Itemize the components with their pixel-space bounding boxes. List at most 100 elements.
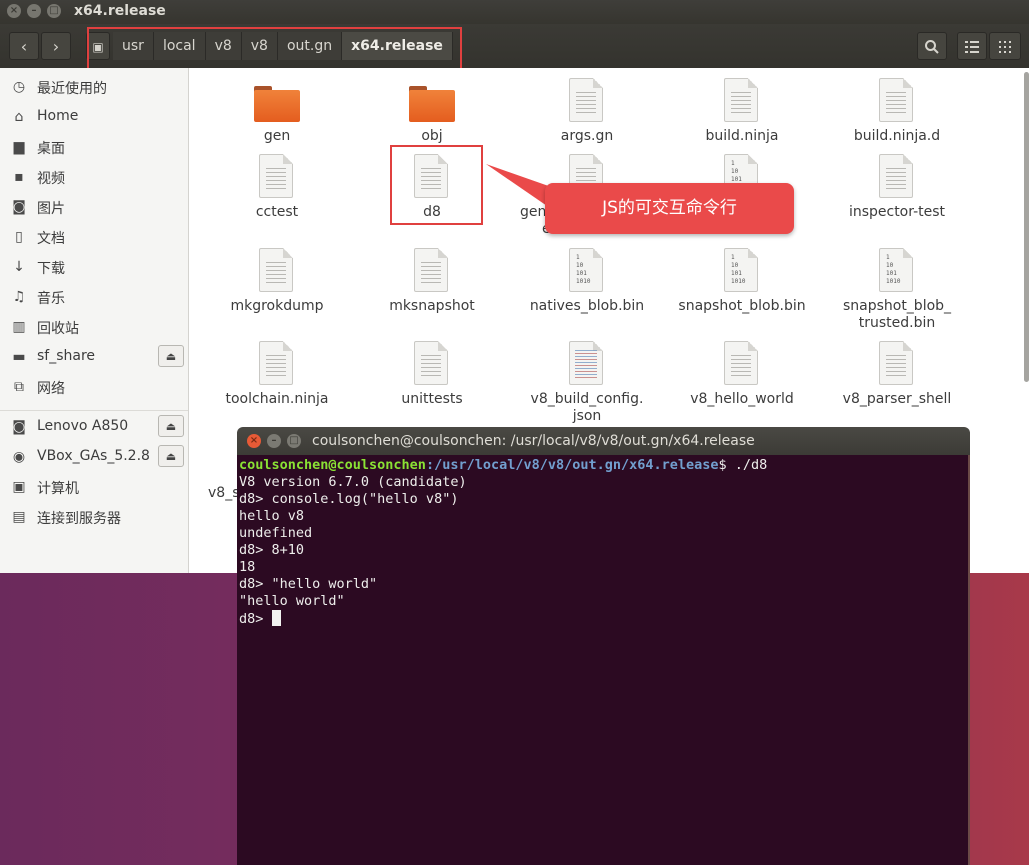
file-item-mksnapshot[interactable]: mksnapshot [362,248,502,315]
sidebar-item-label: 下载 [37,261,65,277]
file-item-toolchain-ninja[interactable]: toolchain.ninja [207,341,347,408]
binary-file-icon: 1 10 101 1010 [569,248,603,292]
sidebar-item-desktop[interactable]: ▆ 桌面 [0,132,188,162]
clock-icon: ◷ [12,79,26,95]
file-name: inspector-test [848,204,946,220]
sidebar-item-label: 计算机 [37,481,79,497]
file-name: mksnapshot [389,298,475,314]
terminal-prompt-line: coulsonchen@coulsonchen:/usr/local/v8/v8… [239,457,966,474]
file-item-gen-folder[interactable]: gen [207,78,347,145]
sidebar-divider [0,410,188,411]
d8-prompt: d8> [239,611,272,627]
sidebar-item-downloads[interactable]: ↓ 下载 [0,252,188,282]
grid-view-icon[interactable] [989,32,1021,60]
file-name: mkgrokdump [230,298,324,314]
file-name: obj [421,128,443,144]
annotation-callout: JS的可交互命令行 [545,183,794,234]
sidebar-item-home[interactable]: ⌂ Home [0,102,188,132]
list-view-icon[interactable] [957,32,987,60]
file-name-partial: v8_s [208,485,240,501]
file-name: snapshot_blob_ trusted.bin [842,298,952,331]
text-file-icon [724,78,758,122]
desktop-folder-icon: ▆ [13,139,25,155]
file-item-unittests[interactable]: unittests [362,341,502,408]
sidebar-item-videos[interactable]: ▪ 视频 [0,162,188,192]
eject-button[interactable]: ⏏ [158,345,184,367]
file-item-cctest[interactable]: cctest [207,154,347,221]
sidebar-item-vbox[interactable]: ◉ VBox_GAs_5.2.8 ⏏ [0,442,188,472]
file-item-v8-build-config-json[interactable]: v8_build_config. json [517,341,657,425]
code-file-icon [569,341,603,385]
text-file-icon [259,154,293,198]
minimize-icon[interactable]: – [27,4,41,18]
file-name: args.gn [560,128,614,144]
file-item-inspector-test[interactable]: inspector-test [827,154,967,221]
forward-button[interactable]: › [41,32,71,60]
file-item-obj-folder[interactable]: obj [362,78,502,145]
sidebar-item-network[interactable]: ⧉ 网络 [0,372,188,402]
close-icon[interactable]: × [247,434,261,448]
music-icon: ♫ [12,289,26,305]
sidebar-item-pictures[interactable]: ◙ 图片 [0,192,188,222]
sidebar-item-sf-share[interactable]: ▬ sf_share ⏏ [0,342,188,372]
eject-button[interactable]: ⏏ [158,445,184,467]
download-icon: ↓ [13,259,25,275]
toolbar: ‹ › ▣ usr local v8 v8 out.gn x64.release [0,24,1029,71]
text-file-icon [414,248,448,292]
sidebar-item-computer[interactable]: ▣ 计算机 [0,472,188,502]
file-item-snapshot-blob-trusted[interactable]: 1 10 101 1010 snapshot_blob_ trusted.bin [827,248,967,332]
scrollbar[interactable] [1024,72,1029,382]
file-item-v8-hello-world[interactable]: v8_hello_world [672,341,812,408]
minimize-icon[interactable]: – [267,434,281,448]
file-name: unittests [401,391,463,407]
window-title: x64.release [74,3,166,19]
trash-icon: ▥ [12,319,26,335]
sidebar-item-connect-server[interactable]: ▤ 连接到服务器 [0,502,188,532]
terminal-input-line[interactable]: d8> [239,610,966,628]
sidebar-item-label: 图片 [37,201,65,217]
prompt-user: coulsonchen@coulsonchen [239,457,426,473]
terminal-title-bar: × – □ coulsonchen@coulsonchen: /usr/loca… [237,427,970,455]
camera-icon: ◙ [12,199,26,215]
sidebar-item-label: 网络 [37,381,65,397]
file-item-natives-blob[interactable]: 1 10 101 1010 natives_blob.bin [517,248,657,315]
sidebar-item-recent[interactable]: ◷ 最近使用的 [0,72,188,102]
file-item-build-ninja[interactable]: build.ninja [672,78,812,145]
folder-icon [409,86,455,122]
text-file-icon [879,341,913,385]
text-file-icon [414,341,448,385]
terminal-line: 18 [239,559,256,575]
sidebar-item-lenovo[interactable]: ◙ Lenovo A850 ⏏ [0,412,188,442]
maximize-icon[interactable]: □ [47,4,61,18]
terminal-line: d8> 8+10 [239,542,305,558]
file-item-args-gn[interactable]: args.gn [517,78,657,145]
prompt-command: $ ./d8 [718,457,768,473]
terminal-line: V8 version 6.7.0 (candidate) [239,474,467,490]
search-icon[interactable] [917,32,947,60]
sidebar-item-label: Home [37,108,79,124]
file-name: toolchain.ninja [225,391,329,407]
sidebar-item-label: 回收站 [37,321,79,337]
d8-highlight-box [390,145,483,225]
eject-button[interactable]: ⏏ [158,415,184,437]
file-item-v8-parser-shell[interactable]: v8_parser_shell [827,341,967,408]
terminal-output[interactable]: coulsonchen@coulsonchen:/usr/local/v8/v8… [237,455,970,865]
maximize-icon[interactable]: □ [287,434,301,448]
file-name: v8_build_config. json [530,391,644,424]
file-name: cctest [255,204,299,220]
sidebar-item-documents[interactable]: ▯ 文档 [0,222,188,252]
text-file-icon [879,154,913,198]
sidebar-item-music[interactable]: ♫ 音乐 [0,282,188,312]
back-button[interactable]: ‹ [9,32,39,60]
file-item-snapshot-blob[interactable]: 1 10 101 1010 snapshot_blob.bin [672,248,812,315]
disc-icon: ◉ [12,449,26,465]
file-name: v8_hello_world [690,391,794,407]
camera-device-icon: ◙ [12,419,26,435]
sidebar-item-trash[interactable]: ▥ 回收站 [0,312,188,342]
file-item-mkgrokdump[interactable]: mkgrokdump [207,248,347,315]
text-cursor [271,610,281,626]
video-icon: ▪ [14,169,24,185]
file-item-build-ninja-d[interactable]: build.ninja.d [827,78,967,145]
sidebar-item-label: sf_share [37,348,96,364]
close-icon[interactable]: × [7,4,21,18]
